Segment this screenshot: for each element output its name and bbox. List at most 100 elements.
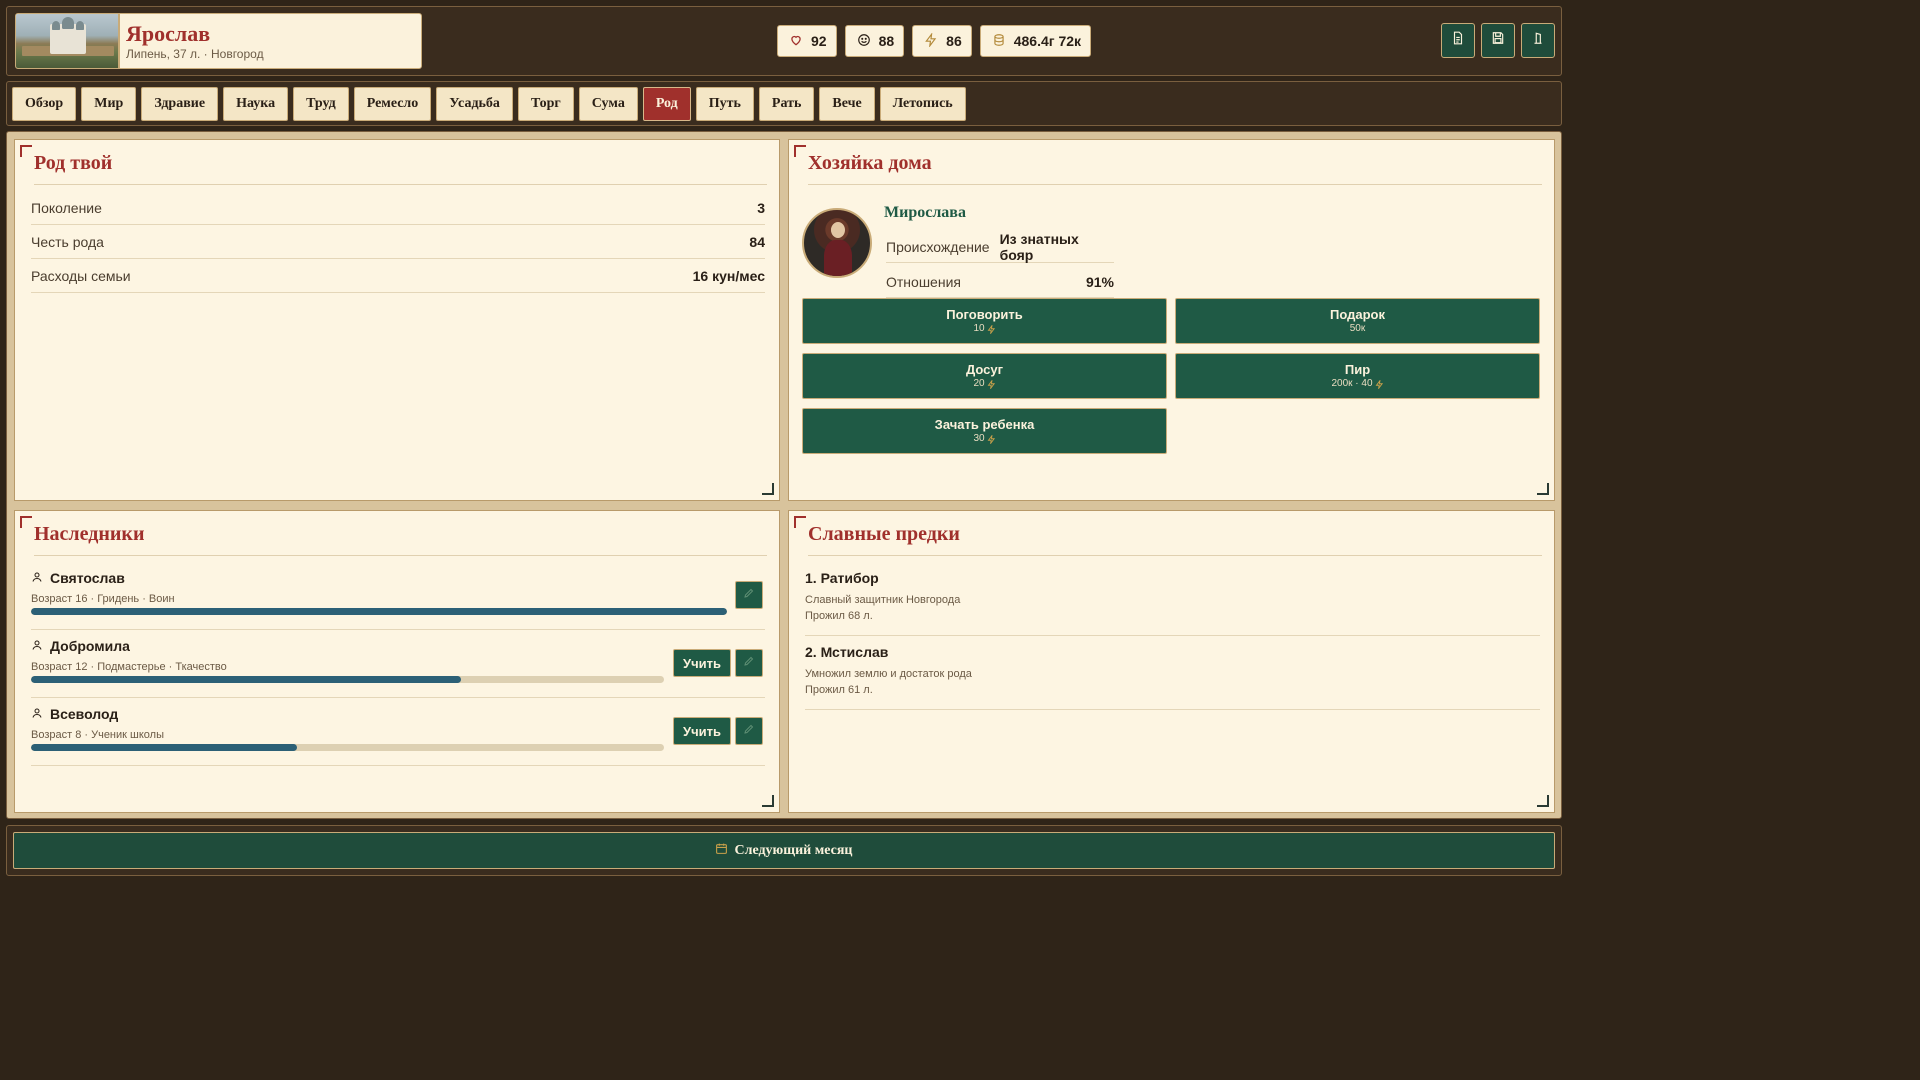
family-panel: Род твой Поколение 3 Честь рода 84 Расхо… bbox=[14, 139, 780, 501]
tab-4[interactable]: Труд bbox=[293, 86, 349, 121]
exit-icon bbox=[1531, 31, 1545, 50]
save-button[interactable] bbox=[1481, 23, 1515, 58]
conceive-cost: 30 bbox=[973, 433, 995, 445]
feast-label: Пир bbox=[1344, 362, 1371, 377]
person-icon bbox=[31, 706, 43, 722]
ancestor-item: 1. Ратибор Славный защитник Новгорода Пр… bbox=[805, 562, 1540, 636]
heir-row: Добромила Возраст 12 · Подмастерье · Ткач… bbox=[31, 630, 765, 698]
feast-cost: 200к · 40 bbox=[1331, 378, 1383, 390]
tab-2[interactable]: Здравие bbox=[141, 86, 219, 121]
heir-name: Всеволод bbox=[50, 706, 119, 722]
family-title: Род твой bbox=[34, 152, 767, 185]
wife-name: Мирослава bbox=[884, 204, 966, 221]
journal-button[interactable] bbox=[1441, 23, 1475, 58]
heirs-title: Наследники bbox=[34, 523, 767, 556]
heirs-panel: Наследники Святослав Возраст 16 · Гридень… bbox=[14, 510, 780, 813]
heir-name: Святослав bbox=[50, 570, 125, 586]
heir-row: Святослав Возраст 16 · Гридень · Воин bbox=[31, 562, 765, 630]
ancestor-lifespan: Прожил 61 л. bbox=[805, 684, 873, 696]
tab-6[interactable]: Усадьба bbox=[436, 86, 513, 121]
tab-1[interactable]: Мир bbox=[81, 86, 137, 121]
main-nav: Обзор Мир Здравие Наука Труд Ремесло Усадьба То… bbox=[6, 81, 1562, 126]
edit-heir-button[interactable] bbox=[735, 717, 763, 745]
generation-value: 3 bbox=[757, 199, 765, 216]
heir-progress-fill bbox=[31, 744, 297, 751]
expenses-value: 16 кун/мес bbox=[692, 267, 765, 284]
ancestor-item: 2. Мстислав Умножил землю и достаток род… bbox=[805, 636, 1540, 710]
origin-row: Происхождение Из знатных бояр bbox=[886, 231, 1114, 263]
relation-value: 91% bbox=[1085, 273, 1114, 290]
expenses-label: Расходы семьи bbox=[31, 267, 131, 284]
wife-title: Хозяйка дома bbox=[808, 152, 1542, 185]
tab-13[interactable]: Летопись bbox=[879, 86, 966, 121]
teach-button[interactable]: Учить bbox=[673, 649, 731, 677]
tab-5[interactable]: Ремесло bbox=[353, 86, 432, 121]
tab-11[interactable]: Рать bbox=[758, 86, 815, 121]
heir-progress-fill bbox=[31, 676, 462, 683]
lightning-icon bbox=[924, 31, 938, 50]
heir-progress-bar bbox=[31, 676, 664, 683]
gift-cost: 50к bbox=[1349, 323, 1366, 334]
heir-name: Добромила bbox=[50, 638, 130, 654]
health-stat: 92 bbox=[777, 25, 837, 57]
header-actions bbox=[1441, 23, 1555, 58]
heir-name-line: Святослав bbox=[31, 570, 125, 586]
player-portrait bbox=[16, 14, 120, 68]
tab-7[interactable]: Торг bbox=[517, 86, 574, 121]
tab-0[interactable]: Обзор bbox=[12, 86, 77, 121]
leisure-label: Досуг bbox=[965, 362, 1004, 377]
top-bar: Ярослав Липень, 37 л. · Новгород 92 88 8… bbox=[6, 6, 1562, 76]
tab-9[interactable]: Род bbox=[642, 86, 691, 121]
tab-12[interactable]: Вече bbox=[819, 86, 875, 121]
ancestor-title: 2. Мстислав bbox=[805, 644, 889, 660]
talk-button[interactable]: Поговорить 10 bbox=[802, 298, 1167, 344]
pencil-icon bbox=[743, 586, 755, 604]
gift-label: Подарок bbox=[1330, 307, 1385, 322]
generation-label: Поколение bbox=[31, 199, 102, 216]
pencil-icon bbox=[743, 654, 755, 672]
honor-label: Честь рода bbox=[31, 233, 104, 250]
tab-10[interactable]: Путь bbox=[695, 86, 754, 121]
wife-panel: Хозяйка дома Мирослава Происхождение Из … bbox=[788, 139, 1555, 501]
heart-icon bbox=[789, 33, 803, 50]
feast-button[interactable]: Пир 200к · 40 bbox=[1175, 353, 1540, 399]
heir-progress-fill bbox=[31, 608, 727, 615]
generation-row: Поколение 3 bbox=[31, 191, 765, 225]
heir-row: Всеволод Возраст 8 · Ученик школы Учить bbox=[31, 698, 765, 766]
player-subtitle: Липень, 37 л. · Новгород bbox=[126, 46, 264, 61]
heir-name-line: Добромила bbox=[31, 638, 130, 654]
money-stat: 486.4г 72к bbox=[979, 25, 1092, 57]
teach-button[interactable]: Учить bbox=[673, 717, 731, 745]
heir-progress-bar bbox=[31, 744, 664, 751]
honor-value: 84 bbox=[749, 233, 765, 250]
edit-heir-button[interactable] bbox=[735, 649, 763, 677]
player-name: Ярослав bbox=[126, 20, 211, 46]
lightning-icon bbox=[987, 324, 995, 334]
energy-value: 86 bbox=[946, 33, 962, 49]
coins-icon bbox=[992, 33, 1006, 50]
lightning-icon bbox=[987, 434, 995, 444]
mood-stat: 88 bbox=[844, 25, 905, 57]
ancestors-title: Славные предки bbox=[808, 523, 1542, 556]
heir-details: Возраст 16 · Гридень · Воин bbox=[31, 593, 175, 605]
main-content: Род твой Поколение 3 Честь рода 84 Расхо… bbox=[6, 131, 1562, 819]
tab-8[interactable]: Сума bbox=[578, 86, 638, 121]
player-card: Ярослав Липень, 37 л. · Новгород bbox=[15, 13, 422, 69]
edit-heir-button[interactable] bbox=[735, 581, 763, 609]
talk-label: Поговорить bbox=[946, 307, 1023, 322]
heir-name-line: Всеволод bbox=[31, 706, 118, 722]
ancestors-panel: Славные предки 1. Ратибор Славный защитн… bbox=[788, 510, 1555, 813]
energy-stat: 86 bbox=[912, 25, 972, 57]
mood-value: 88 bbox=[878, 33, 895, 49]
tab-3[interactable]: Наука bbox=[223, 86, 289, 121]
ancestor-desc: Славный защитник Новгорода bbox=[805, 594, 961, 606]
origin-label: Происхождение bbox=[886, 238, 990, 255]
pencil-icon bbox=[743, 722, 755, 740]
conceive-child-button[interactable]: Зачать ребенка 30 bbox=[802, 408, 1167, 454]
next-month-button[interactable]: Следующий месяц bbox=[13, 832, 1555, 869]
exit-button[interactable] bbox=[1521, 23, 1555, 58]
relation-label: Отношения bbox=[886, 273, 961, 290]
leisure-button[interactable]: Досуг 20 bbox=[802, 353, 1167, 399]
relation-row: Отношения 91% bbox=[886, 266, 1114, 298]
gift-button[interactable]: Подарок 50к bbox=[1175, 298, 1540, 344]
